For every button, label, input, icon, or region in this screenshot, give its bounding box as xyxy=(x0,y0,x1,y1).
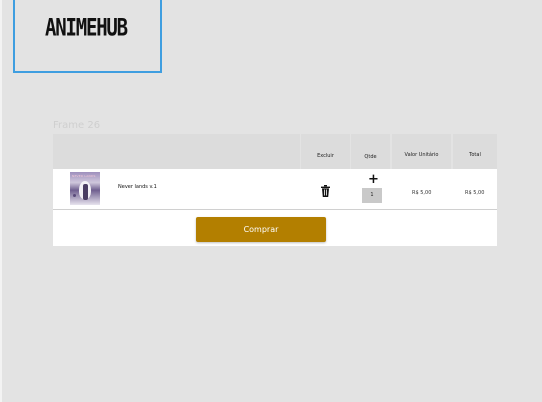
logo-box[interactable]: ANIMEHUB xyxy=(13,0,162,73)
cover-figure xyxy=(83,184,88,200)
product-image[interactable]: NEVER LANDS xyxy=(70,172,100,205)
header-qtde-cell: Qtde xyxy=(351,134,390,169)
buy-button[interactable]: Comprar xyxy=(196,217,326,242)
header-excluir-cell: Excluir xyxy=(301,134,350,169)
unit-price: R$ 5,00 xyxy=(412,190,432,196)
cart-item-row: NEVER LANDS Never lands v.1 + 1 R$ 5,00 … xyxy=(53,169,497,210)
header-product-cell xyxy=(53,134,300,169)
quantity-field[interactable]: 1 xyxy=(362,188,382,203)
left-edge xyxy=(0,0,2,402)
cover-dot xyxy=(73,194,76,197)
cart-header-row: Excluir Qtde Valor Unitário Total xyxy=(53,134,497,169)
cart-table: Excluir Qtde Valor Unitário Total NEVER … xyxy=(53,134,497,246)
cart-footer-row: Comprar xyxy=(53,210,497,246)
header-total-cell: Total xyxy=(453,134,497,169)
trash-icon[interactable] xyxy=(321,185,330,197)
header-valor-unitario-cell: Valor Unitário xyxy=(392,134,451,169)
header-qtde: Qtde xyxy=(364,154,377,160)
header-excluir: Excluir xyxy=(317,153,334,159)
plus-icon[interactable]: + xyxy=(368,173,379,186)
logo: ANIMEHUB xyxy=(45,14,128,42)
header-total: Total xyxy=(469,152,481,158)
header-valor-unitario: Valor Unitário xyxy=(404,152,439,158)
product-name: Never lands v.1 xyxy=(118,184,157,190)
item-total: R$ 5,00 xyxy=(465,190,485,196)
cover-title: NEVER LANDS xyxy=(72,174,96,178)
frame-label: Frame 26 xyxy=(53,120,101,131)
